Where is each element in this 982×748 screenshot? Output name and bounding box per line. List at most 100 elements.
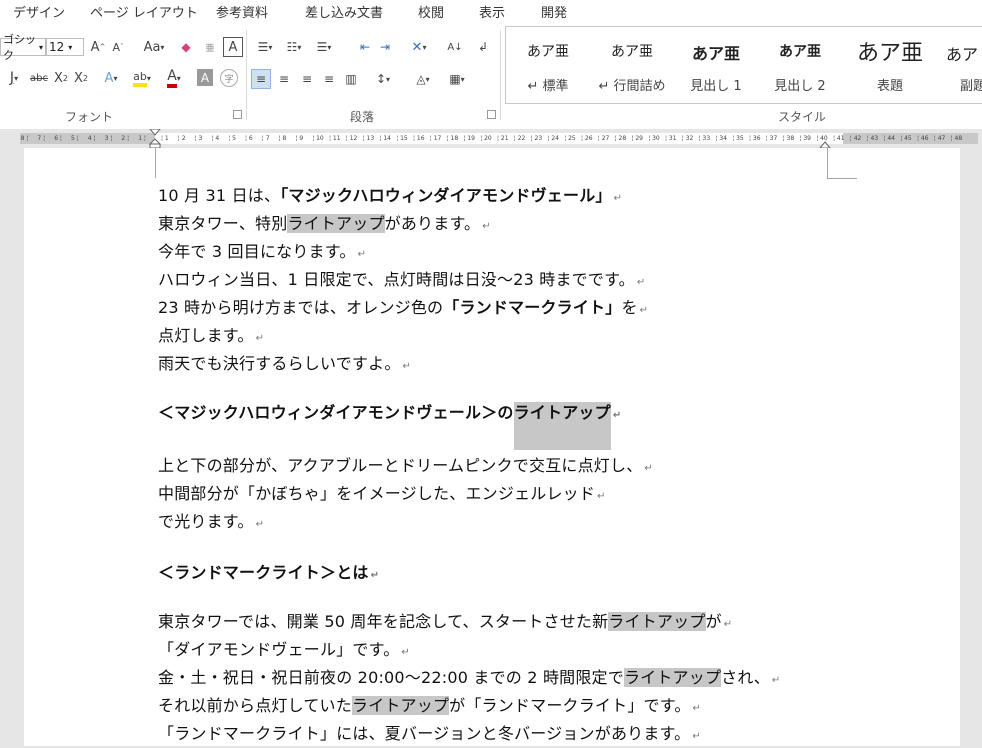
doc-line[interactable]: 東京タワーでは、開業 50 周年を記念して、スタートさせた新ライトアップが ↵ — [158, 611, 732, 636]
doc-line[interactable]: 東京タワー、特別ライトアップがあります。 ↵ — [158, 213, 491, 238]
borders-icon[interactable]: ▦ ▾ — [442, 69, 472, 89]
character-border-icon[interactable]: A — [223, 37, 243, 57]
tab-page-layout[interactable]: ページ レイアウト — [90, 2, 198, 21]
change-case-icon[interactable]: Aa ▾ — [139, 38, 169, 56]
shrink-font-icon[interactable]: Aˇ — [110, 38, 126, 56]
font-name-value: ゴシック — [3, 33, 36, 62]
ruler-tick-label: ¦ 26 — [581, 135, 593, 142]
doc-text: され、 — [721, 668, 770, 687]
doc-text: 東京タワーでは、開業 50 周年を記念して、スタートさせた新 — [158, 612, 609, 631]
style-heading-2[interactable]: あア亜 見出し 2 — [758, 27, 842, 101]
doc-text: 雨天でも決行するらしいですよ。 — [158, 354, 401, 373]
phonetic-guide-icon[interactable]: 亜 — [203, 38, 217, 56]
doc-text: それ以前から点灯していた — [158, 696, 352, 715]
distributed-icon[interactable]: ▥ — [342, 69, 360, 89]
ruler-tick-label: ¦ 41 — [833, 135, 845, 142]
paragraph-mark-icon: ↵ — [370, 570, 380, 581]
paragraph-dialog-launcher-icon[interactable]: ↘ — [487, 110, 496, 119]
doc-line[interactable]: 「ランドマークライト」には、夏バージョンと冬バージョンがあります。 ↵ — [158, 723, 701, 748]
clear-formatting-icon[interactable]: ◆ — [177, 38, 195, 56]
style-subtitle[interactable]: あア 副題 — [938, 27, 982, 101]
underline-icon[interactable]: J ▾ — [0, 67, 28, 89]
grow-font-icon[interactable]: A ^ — [90, 38, 106, 56]
doc-line[interactable]: で光ります。 ↵ — [158, 511, 264, 536]
paragraph-mark-icon: ↵ — [644, 463, 653, 474]
decrease-indent-icon[interactable]: ⇤ — [356, 38, 374, 56]
doc-line[interactable]: 点灯します。 ↵ — [158, 325, 264, 350]
doc-line[interactable]: 雨天でも決行するらしいですよ。 ↵ — [158, 353, 411, 378]
highlighted-text: ライトアップ — [287, 214, 385, 233]
doc-line[interactable]: 金・土・祝日・祝日前夜の 20:00～22:00 までの 2 時間限定でライトア… — [158, 667, 781, 692]
doc-text: 「ダイアモンドヴェール」です。 — [158, 640, 400, 659]
paragraph-mark-icon: ↵ — [482, 221, 491, 232]
right-indent-marker-icon[interactable] — [818, 137, 832, 149]
shading-icon[interactable]: ◬ ▾ — [408, 69, 438, 89]
tab-mailings[interactable]: 差し込み文書 — [305, 2, 383, 21]
tab-design[interactable]: デザイン — [13, 2, 65, 21]
superscript-icon[interactable]: X2 — [72, 67, 90, 89]
doc-text-bold: 「ランドマークライト」 — [443, 298, 622, 317]
ruler-tick-label: ¦ 25 — [564, 135, 576, 142]
highlight-color-icon[interactable]: ab ▾ — [128, 67, 156, 89]
increase-indent-icon[interactable]: ⇥ — [376, 38, 394, 56]
styles-group-label: スタイル — [778, 110, 827, 124]
text-effects-icon[interactable]: A ▾ — [99, 67, 123, 89]
style-heading-1[interactable]: あア亜 見出し 1 — [674, 27, 758, 101]
doc-line[interactable]: ハロウィン当日、1 日限定で、点灯時間は日没～23 時までです。 ↵ — [158, 269, 645, 294]
ruler-tick-label: ¦ 19 — [463, 135, 475, 142]
doc-line[interactable]: 「ダイアモンドヴェール」です。 ↵ — [158, 639, 410, 664]
doc-text: 「ランドマークライト」には、夏バージョンと冬バージョンがあります。 — [158, 724, 691, 743]
style-title[interactable]: あア亜 表題 — [842, 27, 938, 101]
character-shading-icon[interactable]: A — [197, 69, 213, 86]
show-formatting-marks-icon[interactable]: ↲ — [474, 38, 492, 56]
ruler-tick-label: 8 ¦ — [20, 135, 29, 142]
doc-line[interactable]: 10 月 31 日は、「マジックハロウィンダイアモンドヴェール」 ↵ — [158, 185, 622, 210]
ruler-tick-label: ¦ 17 — [429, 135, 442, 142]
ruler-tick-label: ¦ 36 — [749, 135, 761, 142]
ruler-tick-label: ¦ 45 — [900, 135, 912, 142]
ruler-tick-label: ¦ 33 — [698, 135, 711, 142]
doc-heading[interactable]: ＜マジックハロウィンダイアモンドヴェール＞のライトアップ ↵ — [158, 402, 621, 450]
justify-icon[interactable]: ≡ — [320, 69, 338, 89]
indent-marker-icon[interactable] — [148, 128, 162, 149]
horizontal-ruler[interactable]: 8 ¦ 7 ¦ 6 ¦ 5 ¦ 4 ¦ 3 ¦ 2 ¦ 1 ¦ ¦ 1 ¦ 2 ¦ 3 ¦ 4 ¦ 5… — [0, 128, 982, 149]
chevron-down-icon: ▾ — [38, 42, 43, 52]
doc-line[interactable]: 今年で 3 回目になります。 ↵ — [158, 241, 366, 266]
style-no-spacing[interactable]: あア亜 ↵ 行間詰め — [590, 27, 674, 101]
align-center-icon[interactable]: ≡ — [275, 69, 293, 89]
asian-layout-icon[interactable]: ✕ ▾ — [404, 38, 434, 56]
align-right-icon[interactable]: ≡ — [298, 69, 316, 89]
tab-references[interactable]: 参考資料 — [216, 2, 268, 21]
font-name-dropdown[interactable]: ゴシック ▾ — [0, 33, 46, 62]
subscript-icon[interactable]: X2 — [52, 67, 70, 89]
font-color-icon[interactable]: A ▾ — [160, 67, 188, 89]
multilevel-list-icon[interactable]: ☰ ▾ — [310, 38, 338, 56]
line-spacing-icon[interactable]: ↕ ▾ — [369, 69, 397, 89]
bullets-icon[interactable]: ☰ ▾ — [252, 38, 278, 56]
font-dialog-launcher-icon[interactable]: ↘ — [233, 110, 242, 119]
doc-line[interactable]: それ以前から点灯していたライトアップが「ランドマークライト」です。 ↵ — [158, 695, 701, 720]
ruler-tick-label: ¦ 34 — [715, 135, 727, 142]
ruler-tick-label: ¦ 20 — [480, 135, 492, 142]
sort-icon[interactable]: A↓ — [446, 38, 464, 56]
doc-heading[interactable]: ＜ランドマークライト＞とは ↵ — [158, 562, 379, 587]
doc-line[interactable]: 中間部分が「かぼちゃ」をイメージした、エンジェルレッド ↵ — [158, 483, 606, 508]
paragraph-mark-icon: ↵ — [612, 410, 622, 421]
paragraph-mark-icon: ↵ — [401, 647, 410, 658]
doc-text: 点灯します。 — [158, 326, 254, 345]
doc-text-bold: ＜ランドマークライト＞とは — [158, 563, 369, 582]
style-normal[interactable]: あア亜 ↵ 標準 — [506, 27, 590, 101]
ruler-tick-label: ¦ 42 — [849, 135, 862, 142]
ruler-tick-label: 2 ¦ — [121, 135, 130, 142]
strikethrough-icon[interactable]: abc — [28, 67, 50, 89]
tab-developer[interactable]: 開発 — [541, 2, 567, 21]
align-left-icon[interactable]: ≡ — [251, 69, 271, 89]
tab-review[interactable]: 校閲 — [418, 2, 444, 21]
numbering-icon[interactable]: ☷ ▾ — [281, 38, 307, 56]
font-size-dropdown[interactable]: 12 ▾ — [46, 38, 84, 56]
ribbon: ゴシック ▾ 12 ▾ A ^ Aˇ Aa ▾ ◆ 亜 A J ▾ abc X2 X2 A… — [0, 22, 982, 130]
tab-view[interactable]: 表示 — [479, 2, 505, 21]
doc-line[interactable]: 23 時から明け方までは、オレンジ色の「ランドマークライト」を ↵ — [158, 297, 648, 322]
enclose-characters-icon[interactable]: 字 — [220, 69, 238, 87]
doc-line[interactable]: 上と下の部分が、アクアブルーとドリームピンクで交互に点灯し、 ↵ — [158, 455, 653, 480]
